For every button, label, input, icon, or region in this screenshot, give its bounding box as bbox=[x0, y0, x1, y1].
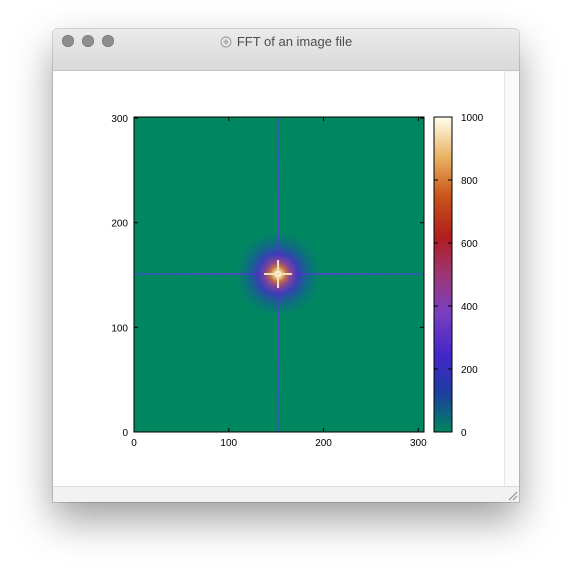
colorbar-tick-label: 600 bbox=[461, 239, 478, 250]
y-tick-label: 0 bbox=[122, 428, 128, 439]
app-window: FFT of an image file 0 100 200 300 0 100… bbox=[53, 29, 519, 502]
fft-plot: 0 100 200 300 0 100 200 300 0 200 400 600 800 1000 bbox=[111, 113, 484, 449]
vertical-scrollbar[interactable] bbox=[504, 71, 519, 486]
peak-arm-v bbox=[277, 259, 280, 288]
colorbar-tick-label: 1000 bbox=[461, 113, 484, 124]
title-bar[interactable]: FFT of an image file bbox=[53, 29, 519, 71]
colorbar-tick-label: 200 bbox=[461, 365, 478, 376]
x-tick-label: 200 bbox=[315, 438, 332, 449]
y-tick-label: 300 bbox=[111, 114, 128, 125]
x-tick-label: 0 bbox=[131, 438, 137, 449]
resize-grip-icon[interactable] bbox=[506, 489, 518, 501]
window-title: FFT of an image file bbox=[236, 34, 353, 49]
y-tick-label: 200 bbox=[111, 219, 128, 230]
colorbar: 0 200 400 600 800 1000 bbox=[433, 113, 484, 439]
plot-canvas: 0 100 200 300 0 100 200 300 0 200 400 600 800 1000 bbox=[53, 71, 504, 486]
heatmap-area bbox=[134, 117, 424, 432]
status-bar bbox=[53, 486, 519, 502]
colorbar-gradient bbox=[433, 116, 453, 433]
x-tick-label: 100 bbox=[220, 438, 237, 449]
window-title-wrap: FFT of an image file bbox=[53, 33, 519, 51]
colorbar-tick-label: 0 bbox=[461, 428, 467, 439]
x-tick-label: 300 bbox=[410, 438, 427, 449]
colorbar-tick-label: 400 bbox=[461, 302, 478, 313]
y-tick-label: 100 bbox=[111, 323, 128, 334]
document-icon bbox=[220, 35, 232, 53]
colorbar-tick-label: 800 bbox=[461, 176, 478, 187]
